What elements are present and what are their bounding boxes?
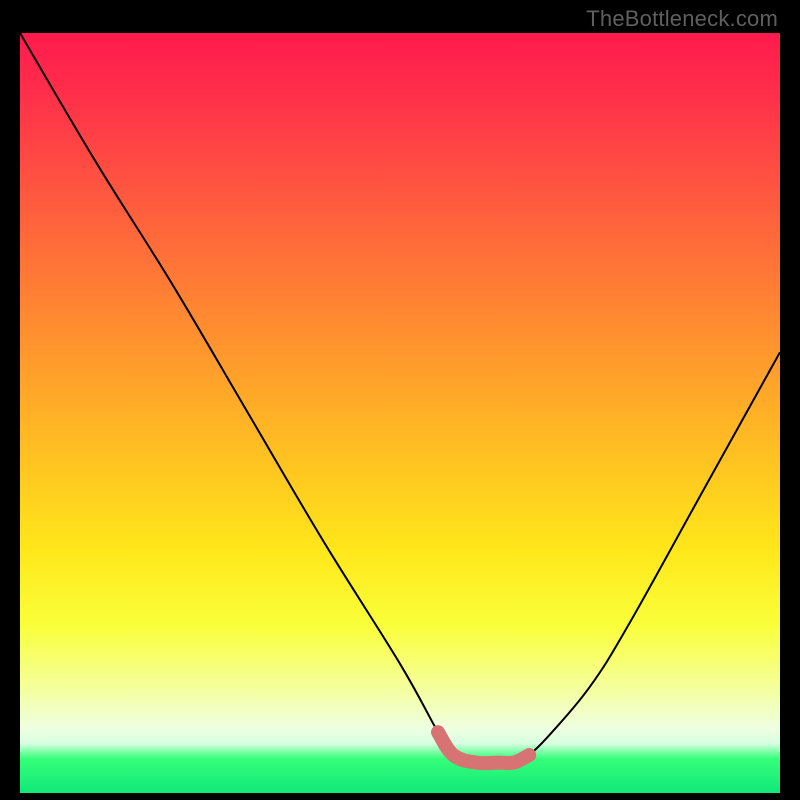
- bottleneck-curve-path: [20, 33, 780, 763]
- plot-area: [20, 33, 780, 793]
- chart-stage: TheBottleneck.com: [0, 0, 800, 800]
- watermark-text: TheBottleneck.com: [586, 6, 778, 32]
- optimal-range-highlight: [438, 732, 529, 763]
- curve-svg: [20, 33, 780, 793]
